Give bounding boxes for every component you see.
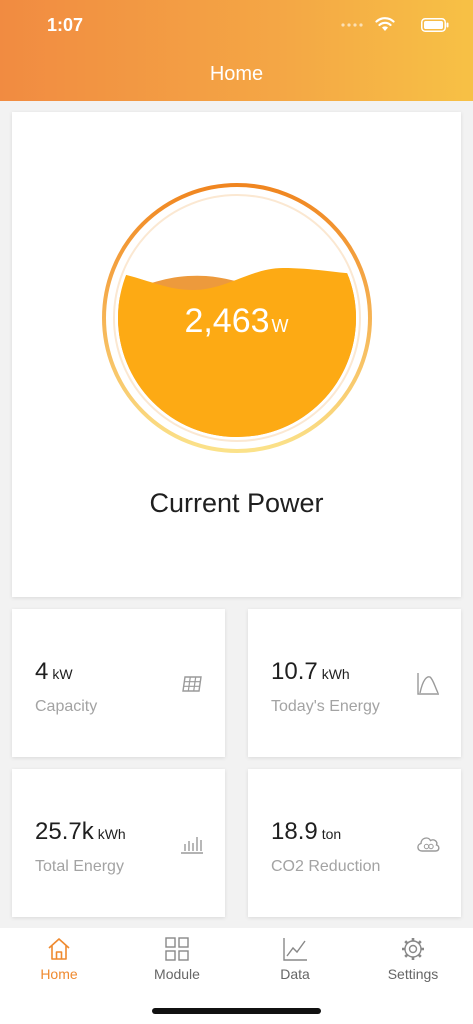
capacity-unit: kW xyxy=(52,666,73,682)
co2-reduction-value-group: 18.9 ton xyxy=(271,818,341,846)
power-value: 2,463 W xyxy=(12,302,461,341)
total-energy-unit: kWh xyxy=(97,826,126,842)
co2-reduction-card: 18.9 ton CO2 Reduction xyxy=(248,769,461,917)
solar-panel-icon xyxy=(182,676,202,692)
tab-data-label: Data xyxy=(280,966,310,982)
page-title: Home xyxy=(209,63,264,85)
todays-energy-value: 10.7 xyxy=(271,658,318,685)
battery-icon xyxy=(421,18,449,32)
capacity-value: 4 xyxy=(35,658,49,685)
wifi-icon xyxy=(375,17,395,31)
total-energy-value-group: 25.7k kWh xyxy=(35,818,126,846)
app: 1:07 Home 2,463 W Current Power 4 kW Cap… xyxy=(0,0,473,1024)
todays-energy-unit: kWh xyxy=(321,666,350,682)
current-power-label: Current Power xyxy=(149,488,324,518)
tab-data[interactable]: Data xyxy=(245,936,345,988)
gauge-wave-front xyxy=(118,268,356,437)
tab-settings-label: Settings xyxy=(387,966,439,982)
co2-reduction-value: 18.9 xyxy=(271,818,318,845)
co2-reduction-unit: ton xyxy=(321,826,342,842)
capacity-value-group: 4 kW xyxy=(35,658,73,686)
capacity-label: Capacity xyxy=(35,698,98,715)
total-energy-card: 25.7k kWh Total Energy xyxy=(12,769,225,917)
tab-module-label: Module xyxy=(154,966,200,982)
total-energy-label: Total Energy xyxy=(35,858,124,875)
line-chart-icon xyxy=(283,938,307,961)
tab-module[interactable]: Module xyxy=(127,936,227,988)
gear-icon xyxy=(402,938,424,960)
todays-energy-label: Today's Energy xyxy=(271,698,380,715)
signal-icon xyxy=(341,23,363,27)
bar-chart-icon xyxy=(181,837,203,854)
current-power-card: 2,463 W Current Power xyxy=(12,112,461,597)
power-unit: W xyxy=(271,316,289,336)
home-icon xyxy=(48,938,70,960)
grid-icon xyxy=(165,937,189,961)
tab-home-label: Home xyxy=(40,966,78,982)
power-number: 2,463 xyxy=(184,302,270,340)
curve-icon xyxy=(417,673,439,695)
tab-home[interactable]: Home xyxy=(9,936,109,988)
todays-energy-value-group: 10.7 kWh xyxy=(271,658,350,686)
status-time: 1:07 xyxy=(47,15,84,35)
capacity-card: 4 kW Capacity xyxy=(12,609,225,757)
home-indicator xyxy=(152,1008,321,1014)
co2-cloud-icon xyxy=(417,837,440,852)
tab-settings[interactable]: Settings xyxy=(363,936,463,988)
header: 1:07 Home xyxy=(0,0,473,101)
todays-energy-card: 10.7 kWh Today's Energy xyxy=(248,609,461,757)
total-energy-value: 25.7k xyxy=(35,818,94,845)
co2-reduction-label: CO2 Reduction xyxy=(271,858,381,875)
